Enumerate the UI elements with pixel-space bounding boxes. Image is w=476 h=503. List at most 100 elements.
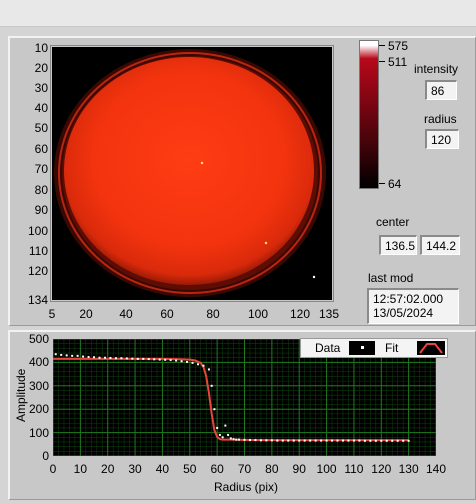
data-point — [142, 357, 145, 360]
data-point — [276, 439, 279, 442]
x-tick-label: 20 — [101, 462, 115, 476]
last-mod-field[interactable]: 12:57:02.000 13/05/2024 — [367, 288, 459, 324]
data-point — [175, 359, 178, 362]
x-tick-label: 0 — [49, 462, 57, 476]
data-point — [186, 360, 189, 363]
image-y-tick: 70 — [34, 162, 48, 176]
data-point — [229, 437, 232, 440]
data-point — [336, 439, 339, 442]
x-tick-label: 130 — [398, 462, 419, 476]
radius-field[interactable]: 120 — [425, 129, 459, 149]
data-point — [314, 439, 317, 442]
data-point — [196, 363, 199, 366]
x-tick-label: 110 — [344, 462, 364, 476]
data-point — [120, 357, 123, 360]
data-point — [281, 439, 284, 442]
data-point — [164, 358, 167, 361]
data-point — [309, 439, 312, 442]
data-point — [298, 439, 301, 442]
x-tick-label: 30 — [128, 462, 142, 476]
data-point — [136, 357, 139, 360]
data-point — [358, 439, 361, 442]
x-tick-label: 140 — [425, 462, 447, 476]
image-y-tick: 60 — [34, 142, 48, 156]
data-point — [232, 438, 235, 441]
data-point — [147, 358, 150, 361]
image-y-tick: 90 — [34, 203, 48, 217]
data-point — [65, 354, 68, 357]
colorbar-tick: 64 — [388, 177, 402, 191]
colorbar-tick-mark — [379, 61, 385, 62]
colorbar-tick: 575 — [388, 39, 409, 53]
data-point — [235, 438, 238, 441]
x-tick-label: 80 — [265, 462, 279, 476]
data-point — [87, 356, 90, 359]
title-bar — [0, 0, 476, 27]
data-point — [180, 360, 183, 363]
colorbar-tick-mark — [379, 183, 385, 184]
y-tick-label: 200 — [28, 402, 49, 417]
data-point — [218, 433, 221, 436]
data-point — [76, 354, 79, 357]
data-point — [169, 359, 172, 362]
intensity-label: intensity — [414, 62, 459, 76]
x-tick-label: 120 — [371, 462, 392, 476]
intensity-image[interactable] — [52, 47, 332, 300]
data-point — [374, 439, 377, 442]
data-point — [71, 354, 74, 357]
data-point — [396, 439, 399, 442]
image-y-tick: 10 — [34, 41, 48, 55]
data-point — [131, 357, 134, 360]
data-point — [243, 438, 246, 441]
data-point — [363, 439, 366, 442]
data-point — [221, 436, 224, 439]
center-label: center — [376, 215, 410, 229]
radius-label: radius — [424, 112, 457, 126]
hot-pixel — [264, 241, 268, 245]
data-point — [158, 358, 161, 361]
data-point — [320, 439, 323, 442]
y-tick-label: 300 — [28, 378, 49, 393]
data-point — [303, 439, 306, 442]
data-point — [325, 439, 328, 442]
colorbar-tick: 511 — [388, 55, 408, 69]
data-point — [380, 439, 383, 442]
center-y-field[interactable]: 144.2 — [420, 235, 460, 255]
legend-data-dot — [361, 346, 364, 349]
data-point — [369, 439, 372, 442]
image-y-tick: 120 — [27, 264, 48, 278]
data-point — [402, 439, 405, 442]
last-mod-time: 12:57:02.000 — [373, 292, 444, 306]
data-point — [238, 438, 241, 441]
image-y-tick: 134 — [27, 293, 48, 307]
last-mod-label: last mod — [368, 271, 414, 285]
legend-swatch-data — [349, 341, 375, 355]
image-x-tick: 60 — [160, 307, 174, 321]
data-point — [224, 424, 227, 427]
center-x-field[interactable]: 136.5 — [379, 235, 417, 255]
data-point — [341, 439, 344, 442]
data-point — [82, 355, 85, 358]
x-tick-label: 90 — [292, 462, 306, 476]
data-point — [125, 357, 128, 360]
data-point — [60, 353, 63, 356]
x-tick-label: 10 — [73, 462, 88, 476]
data-point — [265, 439, 268, 442]
data-point — [259, 439, 262, 442]
data-point — [270, 439, 273, 442]
image-x-tick: 5 — [48, 307, 56, 321]
colorbar[interactable] — [359, 40, 379, 189]
x-tick-label: 60 — [210, 462, 224, 476]
image-x-tick: 135 — [318, 307, 340, 321]
data-point — [248, 439, 251, 442]
intensity-field[interactable]: 86 — [425, 80, 457, 100]
data-point — [385, 439, 388, 442]
data-point — [210, 384, 213, 387]
data-point — [103, 356, 106, 359]
x-tick-label: 40 — [155, 462, 170, 476]
image-x-tick: 40 — [119, 307, 133, 321]
image-x-tick: 20 — [79, 307, 93, 321]
y-tick-label: 400 — [28, 355, 49, 370]
colorbar-tick-mark — [379, 45, 385, 46]
data-point — [109, 356, 112, 359]
